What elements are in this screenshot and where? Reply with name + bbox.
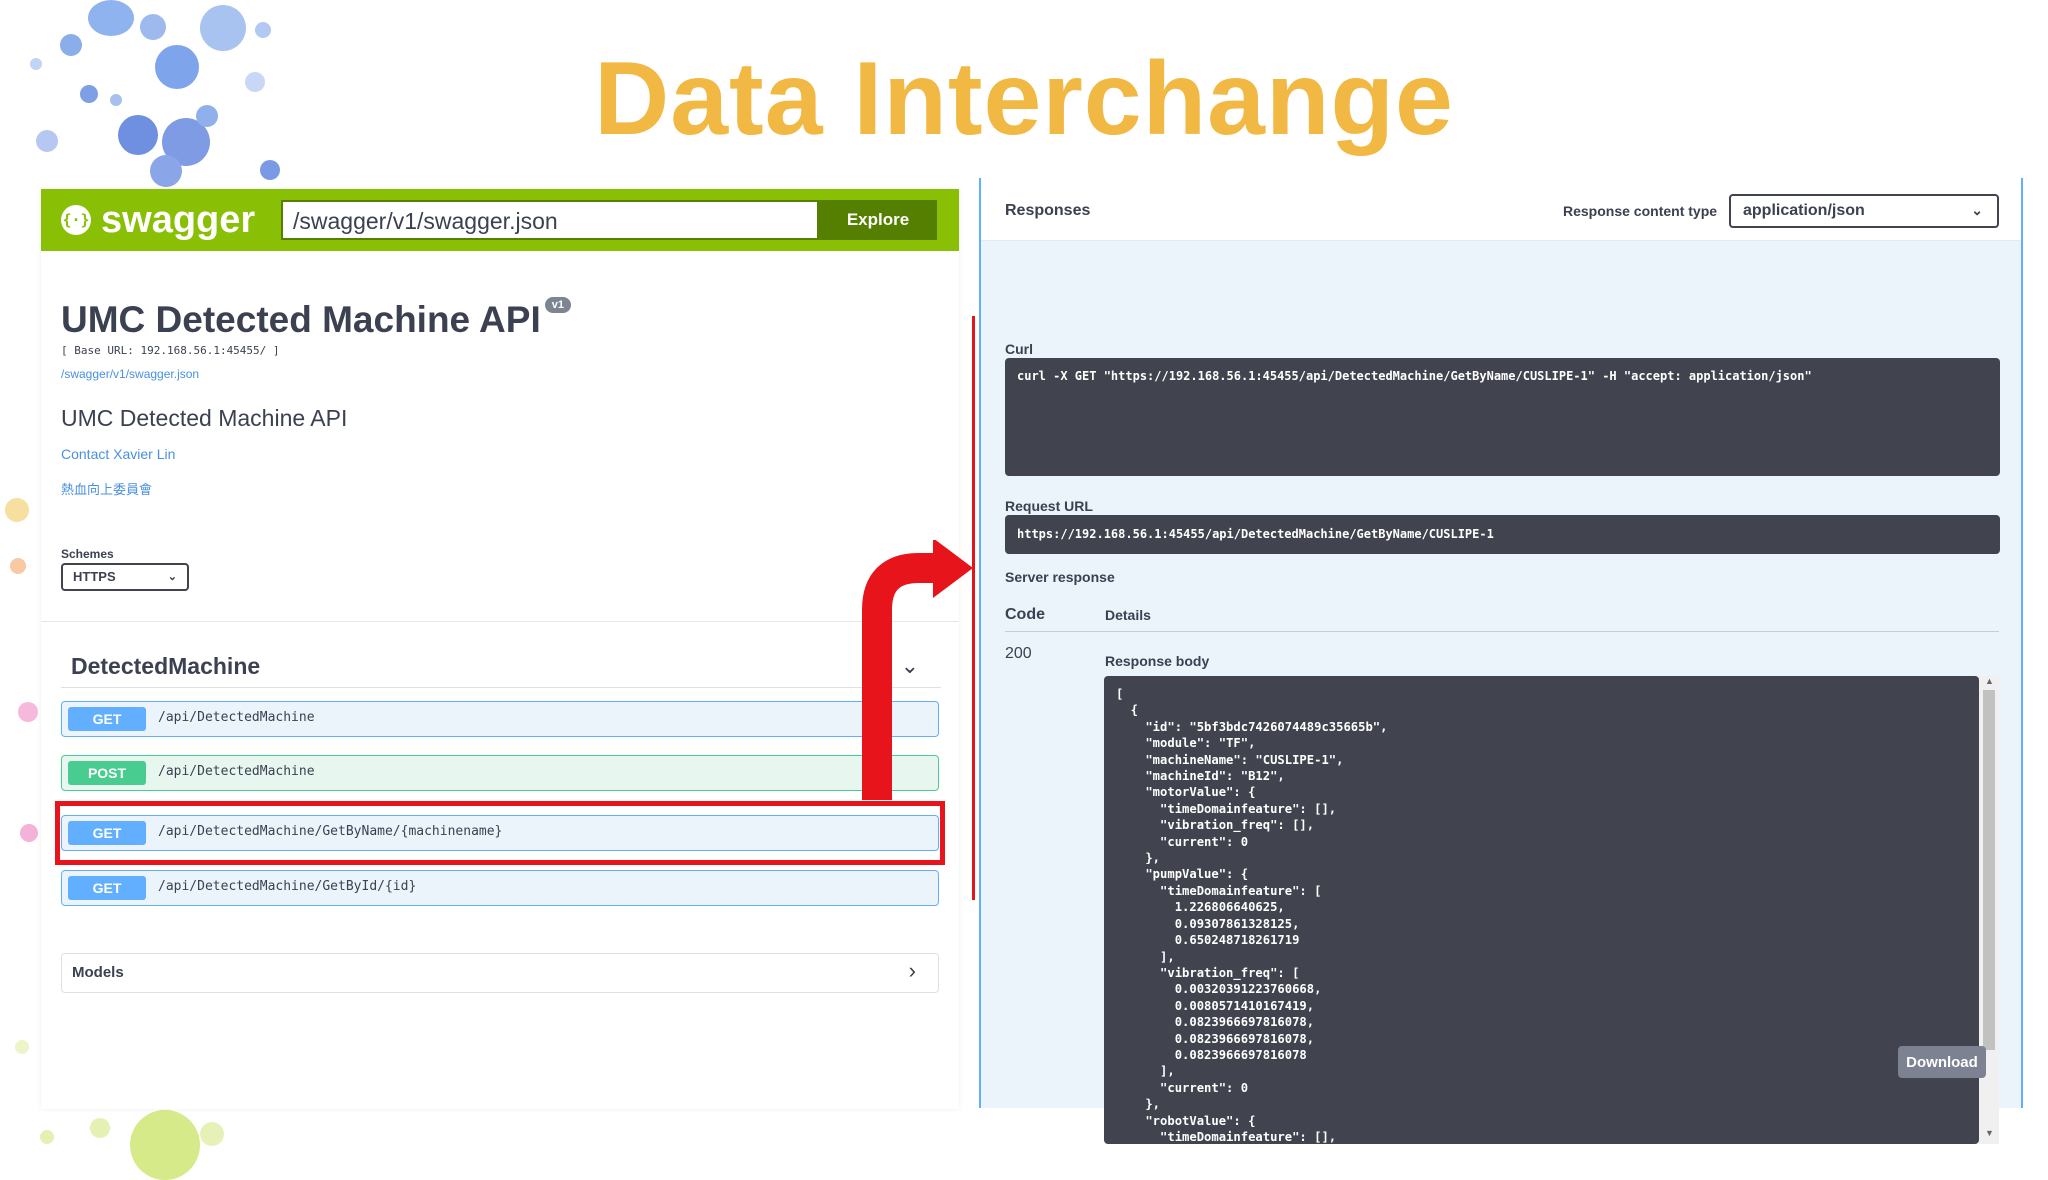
code-header: Code xyxy=(1005,606,1045,623)
scheme-selected-value: HTTPS xyxy=(73,569,116,584)
request-url-label: Request URL xyxy=(1005,498,1093,514)
content-type-label: Response content type xyxy=(1563,203,1718,219)
response-body-label: Response body xyxy=(1105,653,1210,669)
slide-title: Data Interchange xyxy=(594,41,1454,157)
explore-button[interactable]: Explore xyxy=(819,200,937,240)
schemes-section: Schemes HTTPS ⌄ xyxy=(41,541,959,622)
schemes-label: Schemes xyxy=(61,547,114,561)
responses-panel: Responses Response content type applicat… xyxy=(979,178,2023,1144)
models-section[interactable]: Models › xyxy=(61,953,939,993)
curl-command: curl -X GET "https://192.168.56.1:45455/… xyxy=(1017,369,1812,383)
api-title: UMC Detected Machine API v1 xyxy=(61,297,571,341)
swagger-topbar: {·} swagger /swagger/v1/swagger.json Exp… xyxy=(41,189,959,251)
responses-title: Responses xyxy=(1005,202,1091,219)
operation-path: /api/DetectedMachine/GetById/{id} xyxy=(158,879,417,894)
server-response-label: Server response xyxy=(1005,569,1115,585)
swagger-ui-panel: {·} swagger /swagger/v1/swagger.json Exp… xyxy=(41,189,959,1109)
method-badge: GET xyxy=(68,876,146,900)
scroll-up-icon[interactable]: ▲ xyxy=(1985,676,1994,686)
chevron-down-icon: ⌄ xyxy=(167,571,177,583)
method-badge: GET xyxy=(68,707,146,731)
operation-path: /api/DetectedMachine xyxy=(158,710,315,725)
api-title-text: UMC Detected Machine API xyxy=(61,299,541,340)
method-badge: POST xyxy=(68,761,146,785)
response-body-box[interactable]: [ { "id": "5bf3bdc7426074489c35665b", "m… xyxy=(1104,676,1979,1144)
swagger-braces-icon: {·} xyxy=(61,205,91,235)
scroll-thumb[interactable] xyxy=(1983,690,1995,1050)
content-type-select[interactable]: application/json ⌄ xyxy=(1729,194,1999,228)
operation-get-detectedmachine[interactable]: GET /api/DetectedMachine xyxy=(61,701,939,737)
content-type-value: application/json xyxy=(1743,202,1865,219)
swagger-logo[interactable]: {·} swagger xyxy=(61,198,256,241)
license-link[interactable]: 熱血向上委員會 xyxy=(61,479,152,498)
annotation-line xyxy=(972,316,975,900)
operation-post-detectedmachine[interactable]: POST /api/DetectedMachine xyxy=(61,755,939,791)
scroll-down-icon[interactable]: ▼ xyxy=(1985,1128,1994,1138)
table-divider xyxy=(1005,631,1999,632)
responses-body: Curl curl -X GET "https://192.168.56.1:4… xyxy=(981,241,2021,1144)
highlight-box xyxy=(55,801,945,865)
curl-label: Curl xyxy=(1005,341,1033,357)
download-button[interactable]: Download xyxy=(1898,1046,1986,1078)
spec-link[interactable]: /swagger/v1/swagger.json xyxy=(61,367,199,381)
request-url-box[interactable]: https://192.168.56.1:45455/api/DetectedM… xyxy=(1005,515,2000,554)
operation-path: /api/DetectedMachine xyxy=(158,764,315,779)
responses-header: Responses Response content type applicat… xyxy=(981,178,2021,241)
operation-get-by-id[interactable]: GET /api/DetectedMachine/GetById/{id} xyxy=(61,870,939,906)
spec-url-input[interactable]: /swagger/v1/swagger.json xyxy=(281,200,819,240)
api-description: UMC Detected Machine API xyxy=(61,405,348,431)
details-header: Details xyxy=(1105,607,1151,623)
scheme-select[interactable]: HTTPS ⌄ xyxy=(61,563,189,591)
version-badge: v1 xyxy=(544,297,571,313)
contact-link[interactable]: Contact Xavier Lin xyxy=(61,446,175,462)
annotation-arrow-icon xyxy=(862,540,973,800)
response-body-json: [ { "id": "5bf3bdc7426074489c35665b", "m… xyxy=(1116,687,1388,1144)
base-url: [ Base URL: 192.168.56.1:45455/ ] xyxy=(61,344,280,357)
status-code: 200 xyxy=(1005,645,1032,662)
chevron-down-icon: ⌄ xyxy=(1971,202,1983,218)
curl-box[interactable]: curl -X GET "https://192.168.56.1:45455/… xyxy=(1005,358,2000,476)
swagger-logo-text: swagger xyxy=(101,198,256,241)
models-label: Models xyxy=(72,964,124,981)
tag-title: DetectedMachine xyxy=(71,653,261,679)
request-url: https://192.168.56.1:45455/api/DetectedM… xyxy=(1017,527,1494,541)
chevron-right-icon[interactable]: › xyxy=(909,958,916,984)
tag-detectedmachine[interactable]: DetectedMachine ⌄ xyxy=(61,651,941,688)
